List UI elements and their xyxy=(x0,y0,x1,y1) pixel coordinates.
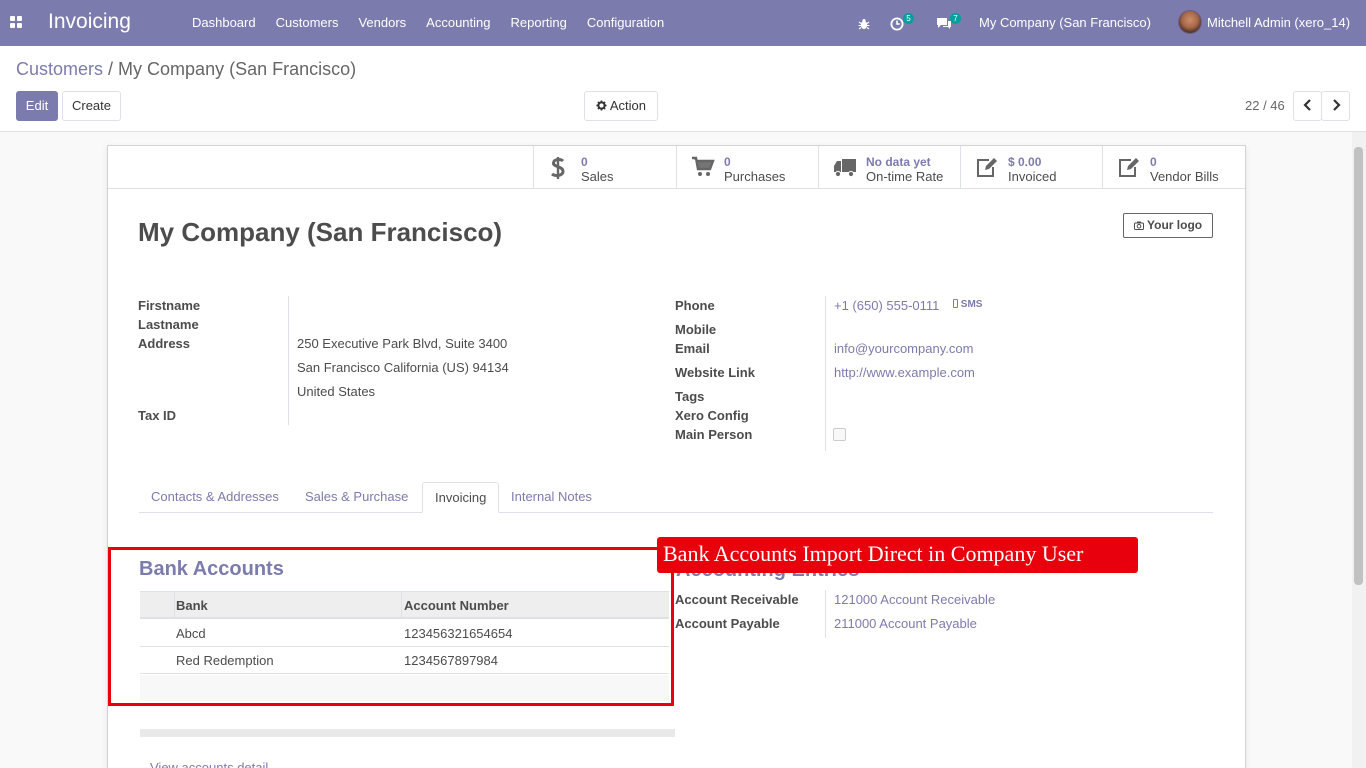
smart-button-on-time-rate[interactable]: No data yet On-time Rate xyxy=(818,146,960,188)
invoiced-label: Invoiced xyxy=(1008,169,1057,184)
camera-icon xyxy=(1133,221,1144,230)
bug-icon[interactable] xyxy=(858,0,870,46)
account-receivable-value[interactable]: 121000 Account Receivable xyxy=(834,592,995,607)
breadcrumb-separator: / xyxy=(108,59,114,79)
tax-id-label: Tax ID xyxy=(138,408,177,423)
smart-button-invoiced[interactable]: $ 0.00 Invoiced xyxy=(960,146,1102,188)
smart-buttons-divider xyxy=(108,188,1245,189)
smart-button-vendor-bills[interactable]: 0 Vendor Bills xyxy=(1102,146,1245,188)
edit-icon xyxy=(1119,158,1139,177)
activity-count-badge: 5 xyxy=(903,13,914,24)
edit-icon xyxy=(977,158,997,177)
user-avatar[interactable] xyxy=(1178,10,1202,34)
phone-label: Phone xyxy=(675,298,715,313)
company-switcher[interactable]: My Company (San Francisco) xyxy=(979,0,1151,46)
truck-icon xyxy=(834,159,856,178)
action-label: Action xyxy=(609,98,647,113)
your-logo-button[interactable]: Your logo xyxy=(1123,213,1213,238)
email-value[interactable]: info@yourcompany.com xyxy=(834,341,973,356)
invoiced-value: $ 0.00 xyxy=(1008,155,1042,169)
chevron-left-icon xyxy=(1302,99,1311,111)
left-field-divider xyxy=(288,296,289,425)
right-field-divider xyxy=(825,296,826,451)
account-payable-value[interactable]: 211000 Account Payable xyxy=(834,616,977,631)
create-button[interactable]: Create xyxy=(62,91,121,121)
record-title: My Company (San Francisco) xyxy=(138,217,503,247)
sms-button[interactable]: SMS xyxy=(953,299,982,310)
sales-label: Sales xyxy=(581,169,614,184)
on-time-rate-label: On-time Rate xyxy=(866,169,944,184)
pager-next-button[interactable] xyxy=(1321,91,1350,121)
website-label: Website Link xyxy=(675,365,755,380)
main-menu: Dashboard Customers Vendors Accounting R… xyxy=(182,0,674,46)
on-time-rate-value: No data yet xyxy=(866,155,931,169)
separator-bar xyxy=(140,729,675,737)
xero-config-label: Xero Config xyxy=(675,408,749,423)
website-value[interactable]: http://www.example.com xyxy=(834,365,975,380)
tab-contacts-addresses[interactable]: Contacts & Addresses xyxy=(139,482,291,513)
menu-dashboard[interactable]: Dashboard xyxy=(182,0,266,46)
pager-previous-button[interactable] xyxy=(1293,91,1322,121)
scrollbar-thumb[interactable] xyxy=(1354,147,1363,585)
edit-button[interactable]: Edit xyxy=(16,91,58,121)
menu-accounting[interactable]: Accounting xyxy=(416,0,500,46)
purchases-value: 0 xyxy=(724,155,731,169)
messages-icon[interactable] xyxy=(936,0,952,46)
activity-clock-icon[interactable] xyxy=(890,0,904,46)
mobile-label: Mobile xyxy=(675,322,717,337)
menu-configuration[interactable]: Configuration xyxy=(577,0,674,46)
view-accounts-detail-link[interactable]: View accounts detail xyxy=(150,760,268,768)
breadcrumb-customers[interactable]: Customers xyxy=(16,59,103,79)
app-title[interactable]: Invoicing xyxy=(48,10,131,34)
pager-value[interactable]: 22 / 46 xyxy=(1245,98,1285,113)
smart-button-sales[interactable]: 0 Sales xyxy=(533,146,676,188)
your-logo-label: Your logo xyxy=(1147,218,1203,232)
vendor-bills-label: Vendor Bills xyxy=(1150,169,1219,184)
message-count-badge: 7 xyxy=(950,13,961,24)
user-menu[interactable]: Mitchell Admin (xero_14) xyxy=(1207,0,1350,46)
purchases-label: Purchases xyxy=(724,169,786,184)
smart-button-purchases[interactable]: 0 Purchases xyxy=(676,146,818,188)
address-line1[interactable]: 250 Executive Park Blvd, Suite 3400 xyxy=(297,336,507,351)
chevron-right-icon xyxy=(1332,99,1341,111)
vendor-bills-value: 0 xyxy=(1150,155,1157,169)
address-line3[interactable]: United States xyxy=(297,384,375,399)
phone-value[interactable]: +1 (650) 555-0111 xyxy=(834,298,939,313)
email-label: Email xyxy=(675,341,710,356)
main-person-label: Main Person xyxy=(675,427,753,442)
firstname-label: Firstname xyxy=(138,298,201,313)
apps-menu-icon[interactable] xyxy=(10,16,22,28)
highlight-box xyxy=(108,547,674,706)
cart-icon xyxy=(692,156,715,176)
tab-invoicing[interactable]: Invoicing xyxy=(422,482,500,513)
dollar-icon xyxy=(551,157,565,179)
mobile-icon xyxy=(953,299,958,308)
accounting-field-divider xyxy=(825,590,826,638)
menu-customers[interactable]: Customers xyxy=(266,0,349,46)
tab-internal-notes[interactable]: Internal Notes xyxy=(499,482,604,513)
address-label: Address xyxy=(138,336,191,351)
menu-reporting[interactable]: Reporting xyxy=(501,0,577,46)
top-navbar: Invoicing Dashboard Customers Vendors Ac… xyxy=(0,0,1366,46)
tab-sales-purchase[interactable]: Sales & Purchase xyxy=(293,482,420,513)
gear-icon xyxy=(596,100,607,111)
action-button[interactable]: Action xyxy=(584,91,658,121)
control-panel: Customers / My Company (San Francisco) Edi… xyxy=(0,46,1366,132)
sms-label: SMS xyxy=(960,299,983,310)
account-receivable-label: Account Receivable xyxy=(675,592,799,607)
lastname-label: Lastname xyxy=(138,317,199,332)
menu-vendors[interactable]: Vendors xyxy=(348,0,416,46)
callout-label: Bank Accounts Import Direct in Company U… xyxy=(657,537,1138,573)
sales-value: 0 xyxy=(581,155,588,169)
tags-label: Tags xyxy=(675,389,705,404)
address-line2[interactable]: San Francisco California (US) 94134 xyxy=(297,360,509,375)
main-person-checkbox[interactable] xyxy=(833,428,846,441)
account-payable-label: Account Payable xyxy=(675,616,780,631)
breadcrumb-current: My Company (San Francisco) xyxy=(118,59,357,79)
breadcrumb: Customers / My Company (San Francisco) xyxy=(16,59,356,80)
